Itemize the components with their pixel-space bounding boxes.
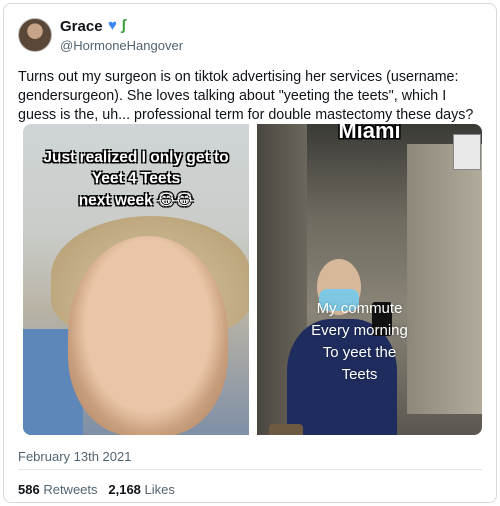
user-handle[interactable]: @HormoneHangover bbox=[60, 38, 183, 53]
right-caption-line-3: To yeet the bbox=[322, 344, 397, 361]
retweets-label[interactable]: Retweets bbox=[43, 482, 97, 497]
right-caption-line-4: Teets bbox=[341, 366, 378, 383]
tweet-text: Turns out my surgeon is on tiktok advert… bbox=[18, 69, 474, 123]
left-caption-line-3: next week 😂😂 bbox=[78, 192, 194, 209]
tweet-date[interactable]: February 13th 2021 bbox=[18, 449, 131, 464]
media-image-right[interactable]: Miami My commute Every morning To yeet t… bbox=[257, 124, 482, 435]
bag-shape bbox=[269, 424, 303, 435]
face-shape bbox=[68, 236, 228, 435]
tweet-card: Grace ♥ ʃ @HormoneHangover Turns out my … bbox=[3, 3, 497, 503]
divider bbox=[18, 469, 482, 470]
right-caption-line-1: My commute bbox=[316, 300, 403, 317]
left-caption-line-1: Just realized I only get to bbox=[43, 149, 229, 166]
likes-label[interactable]: Likes bbox=[145, 482, 175, 497]
media-image-left[interactable]: Just realized I only get to Yeet 4 Teets… bbox=[23, 124, 249, 435]
retweet-count[interactable]: 586 bbox=[18, 482, 40, 497]
right-title: Miami bbox=[338, 124, 401, 143]
user-name[interactable]: Grace bbox=[60, 18, 103, 35]
like-count[interactable]: 2,168 bbox=[108, 482, 141, 497]
name-emoji-icons: ♥ ʃ bbox=[108, 17, 126, 34]
blue-heart-icon: ♥ bbox=[108, 17, 117, 34]
lizard-icon: ʃ bbox=[121, 17, 127, 34]
tweet-stats: 586 Retweets 2,168 Likes bbox=[18, 482, 175, 497]
right-caption-line-2: Every morning bbox=[311, 322, 408, 339]
left-caption-line-2: Yeet 4 Teets bbox=[91, 170, 181, 187]
avatar[interactable] bbox=[18, 18, 52, 52]
